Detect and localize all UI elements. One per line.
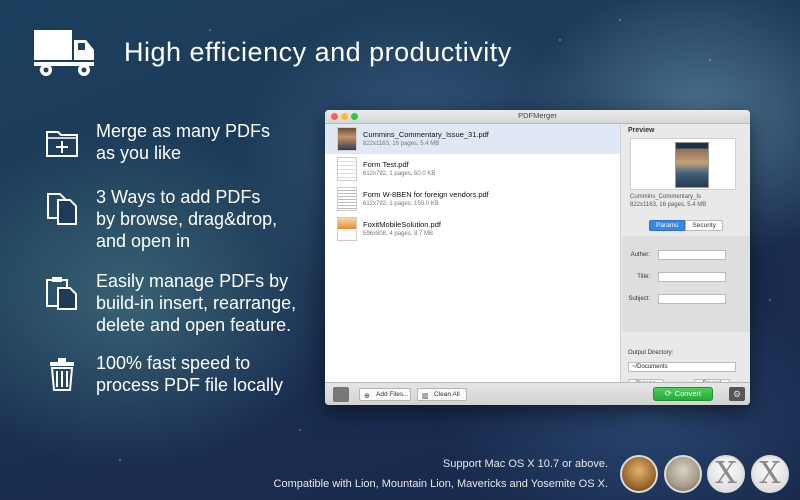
feature-merge: Merge as many PDFs as you like bbox=[44, 120, 270, 164]
file-name: Form Test.pdf bbox=[363, 159, 409, 169]
file-row[interactable]: Cummins_Commentary_Issue_31.pdf 822x1163… bbox=[325, 124, 620, 154]
feature-line: delete and open feature. bbox=[96, 315, 292, 335]
window-title: PDFMerger bbox=[518, 111, 557, 120]
feature-line: 3 Ways to add PDFs bbox=[96, 187, 261, 207]
convert-button[interactable]: ⟳ Convert bbox=[653, 387, 713, 401]
feature-line: by browse, drag&drop, bbox=[96, 209, 278, 229]
add-icon: ⊕ bbox=[364, 393, 370, 400]
gear-icon[interactable]: ⚙ bbox=[729, 387, 745, 401]
app-logo-icon bbox=[333, 387, 349, 402]
file-name: Form W-8BEN for foreign vendors.pdf bbox=[363, 189, 489, 199]
add-files-label: Add Files... bbox=[376, 391, 409, 398]
pdf-thumbnail bbox=[337, 127, 357, 151]
title-field[interactable] bbox=[658, 272, 726, 282]
author-label: Auther: bbox=[630, 252, 650, 258]
preview-panel: Preview Cummins_Commentary_Is 822x1163, … bbox=[622, 124, 750, 389]
preview-file-meta: 822x1163, 16 pages, 5.4 MB bbox=[630, 202, 707, 208]
mountain-lion-badge-icon bbox=[664, 455, 702, 493]
pdf-thumbnail bbox=[337, 187, 357, 211]
tab-security[interactable]: Security bbox=[685, 220, 723, 231]
param-tabs: Params Security bbox=[649, 220, 723, 231]
pdf-thumbnail bbox=[337, 217, 357, 241]
preview-cover-image bbox=[675, 142, 709, 188]
file-meta: 612x792, 1 pages, 150.0 KB bbox=[363, 200, 439, 207]
feature-speed: 100% fast speed to process PDF file loca… bbox=[44, 352, 283, 396]
clean-all-label: Clean All bbox=[434, 391, 460, 398]
add-files-button[interactable]: ⊕ Add Files... bbox=[359, 388, 411, 401]
yosemite-badge-icon: X bbox=[751, 455, 789, 493]
feature-line: process PDF file locally bbox=[96, 375, 284, 395]
preview-frame bbox=[630, 138, 736, 190]
preview-label: Preview bbox=[628, 127, 655, 134]
headline-title: High efficiency and productivity bbox=[124, 36, 512, 67]
file-list[interactable]: Cummins_Commentary_Issue_31.pdf 822x1163… bbox=[325, 124, 621, 382]
author-field[interactable] bbox=[658, 250, 726, 260]
feature-line: Merge as many PDFs bbox=[96, 121, 271, 141]
window-titlebar[interactable]: PDFMerger bbox=[325, 110, 750, 124]
feature-line: Easily manage PDFs by bbox=[96, 271, 289, 291]
documents-icon bbox=[47, 193, 77, 225]
file-name: Cummins_Commentary_Issue_31.pdf bbox=[363, 129, 489, 139]
trash-icon: ▥ bbox=[422, 393, 429, 400]
headline: High efficiency and productivity bbox=[32, 26, 512, 78]
subject-label: Subject: bbox=[628, 296, 650, 302]
feature-line: as you like bbox=[96, 143, 182, 163]
mavericks-badge-icon: X bbox=[707, 455, 745, 493]
compatibility-text: Compatible with Lion, Mountain Lion, Mav… bbox=[273, 478, 608, 490]
author-row: Auther: bbox=[622, 250, 750, 262]
bottom-toolbar: ⊕ Add Files... ▥ Clean All ⟳ Convert ⚙ bbox=[325, 382, 750, 405]
subject-field[interactable] bbox=[658, 294, 726, 304]
lion-badge-icon bbox=[620, 455, 658, 493]
pdf-thumbnail bbox=[337, 157, 357, 181]
trash-icon bbox=[50, 358, 74, 391]
truck-icon bbox=[34, 30, 94, 76]
file-row[interactable]: FoxitMobileSolution.pdf 596x808, 4 pages… bbox=[325, 214, 620, 244]
file-name: FoxitMobileSolution.pdf bbox=[363, 219, 441, 229]
clipboard-icon bbox=[46, 277, 77, 310]
file-meta: 612x792, 1 pages, 50.0 KB bbox=[363, 170, 436, 177]
output-directory-field[interactable]: ~/Documents bbox=[628, 362, 736, 372]
output-directory-label: Output Directory: bbox=[628, 350, 674, 356]
title-label: Title: bbox=[637, 274, 650, 280]
folder-plus-icon bbox=[46, 131, 78, 157]
clean-all-button[interactable]: ▥ Clean All bbox=[417, 388, 467, 401]
file-row[interactable]: Form Test.pdf 612x792, 1 pages, 50.0 KB bbox=[325, 154, 620, 184]
feature-manage: Easily manage PDFs by build-in insert, r… bbox=[44, 270, 296, 336]
feature-line: and open in bbox=[96, 231, 191, 251]
refresh-icon: ⟳ bbox=[665, 389, 672, 398]
file-row[interactable]: Form W-8BEN for foreign vendors.pdf 612x… bbox=[325, 184, 620, 214]
file-meta: 822x1163, 16 pages, 5.4 MB bbox=[363, 140, 440, 147]
subject-row: Subject: bbox=[622, 294, 750, 306]
support-text: Support Mac OS X 10.7 or above. bbox=[442, 458, 608, 470]
tab-params[interactable]: Params bbox=[649, 220, 686, 231]
file-meta: 596x808, 4 pages, 8.7 MB bbox=[363, 230, 434, 237]
feature-line: build-in insert, rearrange, bbox=[96, 293, 297, 313]
params-form: Auther: Title: Subject: bbox=[622, 236, 750, 332]
title-row: Title: bbox=[622, 272, 750, 284]
pdfmerger-window: PDFMerger Cummins_Commentary_Issue_31.pd… bbox=[325, 110, 750, 405]
feature-add: 3 Ways to add PDFs by browse, drag&drop,… bbox=[44, 186, 277, 252]
convert-label: Convert bbox=[674, 389, 701, 398]
feature-line: 100% fast speed to bbox=[96, 353, 251, 373]
preview-file-name: Cummins_Commentary_Is bbox=[630, 194, 702, 200]
